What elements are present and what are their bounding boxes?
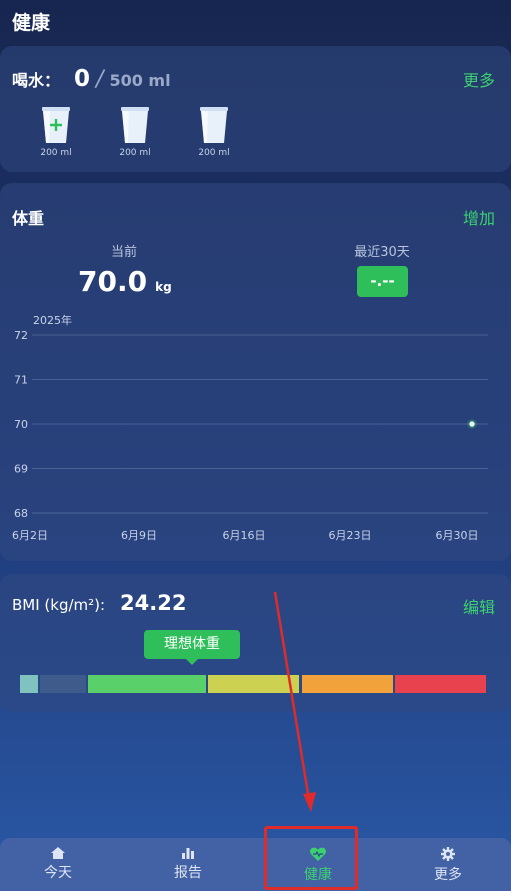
bmi-segment xyxy=(395,675,486,693)
weight-add-link[interactable]: 增加 xyxy=(463,205,495,229)
bar-chart-icon xyxy=(182,848,194,859)
nav-item-report[interactable]: 报告 xyxy=(138,838,238,891)
app-header: 健康 xyxy=(0,0,511,40)
bmi-label: BMI (kg/m²): xyxy=(12,596,106,614)
water-cup[interactable]: 200 ml xyxy=(194,106,234,158)
chart-x-tick-label: 6月9日 xyxy=(121,529,157,542)
water-amount: 0 / 500 ml xyxy=(74,66,171,92)
water-more-link[interactable]: 更多 xyxy=(463,67,495,91)
chart-y-tick-label: 69 xyxy=(14,463,28,476)
cup-icon xyxy=(200,107,228,143)
chart-y-tick-label: 72 xyxy=(14,329,28,342)
current-weight-unit: kg xyxy=(155,280,172,294)
chart-x-tick-label: 6月2日 xyxy=(12,529,48,542)
bmi-value: 24.22 xyxy=(120,591,187,615)
chart-data-point xyxy=(469,421,475,427)
recent-30-days-label: 最近30天 xyxy=(354,245,410,260)
recent-30-days-badge: -.-- xyxy=(357,266,408,297)
bottom-nav: 今天 报告 健康 更多 xyxy=(0,838,511,891)
weight-card: 体重 增加 当前 70.0 kg 最近30天 -.-- 2025年 72 71 70 6… xyxy=(0,183,511,561)
water-cup[interactable]: 200 ml xyxy=(115,106,155,158)
nav-label: 报告 xyxy=(174,865,202,881)
water-card: 喝水： 0 / 500 ml 更多 200 ml 200 ml 200 ml xyxy=(0,46,511,172)
chart-y-tick-label: 68 xyxy=(14,507,28,520)
chart-x-tick-label: 6月23日 xyxy=(329,529,372,542)
weight-title: 体重 xyxy=(12,209,45,228)
chart-y-tick-label: 70 xyxy=(14,418,28,431)
page-title: 健康 xyxy=(12,12,51,34)
current-weight: 70.0 kg xyxy=(78,265,172,298)
bmi-segment xyxy=(40,675,86,693)
nav-label: 今天 xyxy=(44,865,72,881)
bmi-segment xyxy=(208,675,299,693)
chart-year-label: 2025年 xyxy=(33,313,72,327)
bmi-segment xyxy=(88,675,206,693)
bmi-card: BMI (kg/m²): 24.22 编辑 理想体重 xyxy=(0,574,511,712)
water-current: 0 xyxy=(74,66,91,92)
annotation-highlight-box xyxy=(264,826,358,890)
bmi-segment xyxy=(302,675,393,693)
nav-item-today[interactable]: 今天 xyxy=(8,838,108,891)
ideal-weight-tag: 理想体重 xyxy=(144,630,240,665)
nav-item-more[interactable]: 更多 xyxy=(398,838,498,891)
chart-x-tick-label: 6月16日 xyxy=(223,529,266,542)
nav-label: 更多 xyxy=(434,867,462,883)
bmi-segment xyxy=(20,675,38,693)
chart-y-tick-label: 71 xyxy=(14,374,28,387)
current-weight-value: 70.0 xyxy=(78,265,148,298)
home-icon xyxy=(51,847,65,859)
bmi-edit-link[interactable]: 编辑 xyxy=(463,594,495,618)
cup-label: 200 ml xyxy=(40,148,72,158)
cup-label: 200 ml xyxy=(198,148,230,158)
cup-icon xyxy=(121,107,149,143)
weight-chart: 2025年 72 71 70 69 68 6月2日 6月9日 6月16日 6月23日 6月30日 xyxy=(12,313,488,542)
gear-icon xyxy=(441,847,455,861)
water-goal: 500 ml xyxy=(109,71,171,90)
current-weight-label: 当前 xyxy=(110,245,137,260)
water-label: 喝水： xyxy=(12,71,61,90)
chart-x-tick-label: 6月30日 xyxy=(436,529,479,542)
water-separator: / xyxy=(96,67,104,92)
cup-label: 200 ml xyxy=(119,148,151,158)
water-cup-add[interactable]: 200 ml xyxy=(36,106,76,158)
cup-add-icon xyxy=(42,107,70,143)
